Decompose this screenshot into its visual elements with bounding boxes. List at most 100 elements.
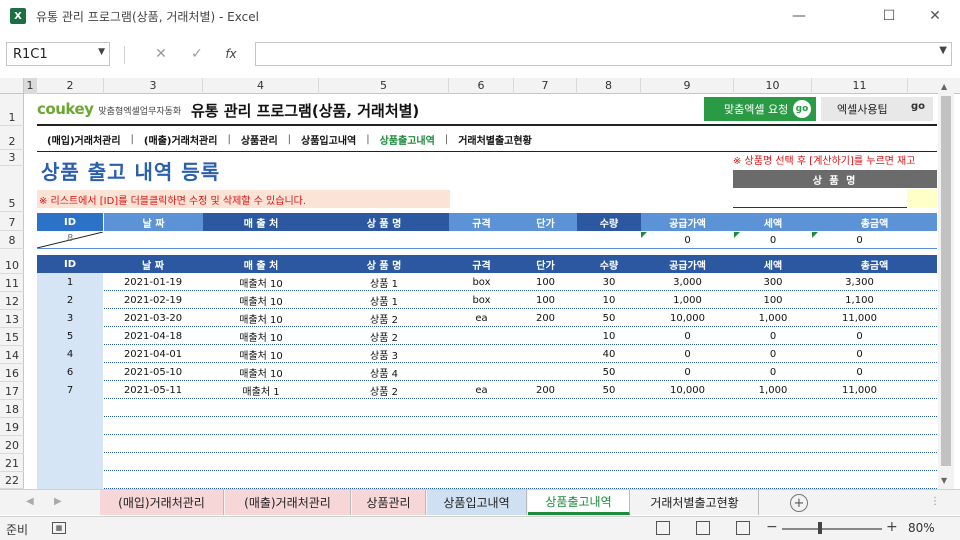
- table-row[interactable]: 5 2021-04-18 매출처 10 상품 2 10 0 0 0: [37, 327, 937, 345]
- column-header[interactable]: 10: [734, 78, 812, 94]
- chevron-down-icon[interactable]: ▼: [939, 45, 947, 56]
- column-header[interactable]: 9: [641, 78, 734, 94]
- table-row[interactable]: [37, 453, 937, 471]
- worksheet-grid[interactable]: coukey 맞춤형엑셀업무자동화 유통 관리 프로그램(상품, 거래처별) 맞…: [25, 94, 937, 489]
- row-header[interactable]: 1: [0, 94, 24, 126]
- table-row[interactable]: 6 2021-05-10 매출처 10 상품 4 50 0 0 0: [37, 363, 937, 381]
- column-header[interactable]: 6: [449, 78, 514, 94]
- row-header[interactable]: 18: [0, 400, 24, 418]
- id-cell[interactable]: [37, 417, 103, 435]
- row-header[interactable]: 14: [0, 346, 24, 364]
- input-date-cell[interactable]: [104, 232, 203, 248]
- id-cell[interactable]: [37, 471, 103, 489]
- nav-item-vendor-report[interactable]: 거래처별출고현황: [448, 132, 542, 147]
- normal-view-icon[interactable]: [656, 521, 670, 535]
- zoom-level[interactable]: 80%: [908, 521, 935, 535]
- custom-excel-request-button[interactable]: 맞춤엑셀 요청 go: [704, 97, 816, 121]
- table-row[interactable]: 4 2021-04-01 매출처 10 상품 3 40 0 0 0: [37, 345, 937, 363]
- row-header[interactable]: 5: [0, 166, 24, 212]
- row-header[interactable]: 7: [0, 212, 24, 231]
- tab-stock-out[interactable]: 상품출고내역: [528, 490, 630, 515]
- nav-item-stock-in[interactable]: 상품입고내역: [291, 132, 366, 147]
- cancel-icon[interactable]: ✕: [150, 44, 172, 64]
- row-header[interactable]: 11: [0, 274, 24, 292]
- row-header[interactable]: 10: [0, 249, 24, 274]
- id-cell[interactable]: 5: [37, 327, 103, 345]
- input-qty-cell[interactable]: [577, 232, 641, 248]
- column-header[interactable]: 1: [24, 78, 37, 94]
- row-header[interactable]: 16: [0, 364, 24, 382]
- table-row[interactable]: 7 2021-05-11 매출처 1 상품 2 ea 200 50 10,000 1,000 11…: [37, 381, 937, 399]
- row-header[interactable]: 8: [0, 231, 24, 249]
- column-header[interactable]: 7: [514, 78, 577, 94]
- zoom-in-button[interactable]: +: [886, 519, 898, 535]
- id-cell[interactable]: [37, 453, 103, 471]
- table-row[interactable]: [37, 435, 937, 453]
- row-header[interactable]: 19: [0, 418, 24, 436]
- row-header[interactable]: 22: [0, 472, 24, 489]
- column-header[interactable]: 3: [104, 78, 203, 94]
- table-row[interactable]: 1 2021-01-19 매출처 10 상품 1 box 100 30 3,000 300 3,3…: [37, 273, 937, 291]
- enter-icon[interactable]: ✓: [186, 44, 208, 64]
- input-id-cell[interactable]: 8: [37, 232, 103, 248]
- zoom-slider-knob[interactable]: [818, 522, 822, 534]
- id-cell[interactable]: 6: [37, 363, 103, 381]
- row-header[interactable]: 13: [0, 310, 24, 328]
- row-header[interactable]: 3: [0, 150, 24, 166]
- excel-tips-button[interactable]: 엑셀사용팁 go: [821, 97, 933, 121]
- maximize-button[interactable]: ☐: [866, 0, 912, 32]
- id-cell[interactable]: 3: [37, 309, 103, 327]
- tab-vendor-report[interactable]: 거래처별출고현황: [631, 490, 759, 515]
- row-header[interactable]: 12: [0, 292, 24, 310]
- row-header[interactable]: 2: [0, 126, 24, 150]
- input-spec-cell[interactable]: [449, 232, 514, 248]
- input-price-cell[interactable]: [514, 232, 577, 248]
- table-row[interactable]: [37, 471, 937, 489]
- zoom-slider[interactable]: [782, 528, 882, 530]
- id-cell[interactable]: 1: [37, 273, 103, 291]
- page-break-view-icon[interactable]: [736, 521, 750, 535]
- input-product-cell[interactable]: [319, 232, 449, 248]
- tab-sales-vendors[interactable]: (매출)거래처관리: [225, 490, 351, 515]
- id-cell[interactable]: [37, 399, 103, 417]
- scroll-down-icon[interactable]: ▼: [941, 476, 947, 485]
- column-header[interactable]: 4: [203, 78, 319, 94]
- tab-scroll-right-icon[interactable]: ▶: [54, 496, 62, 507]
- table-row[interactable]: [37, 399, 937, 417]
- minimize-button[interactable]: —: [776, 0, 822, 32]
- vertical-scrollbar[interactable]: ▲ ▼: [938, 78, 954, 489]
- row-header[interactable]: 20: [0, 436, 24, 454]
- tab-products[interactable]: 상품관리: [352, 490, 426, 515]
- column-header[interactable]: 8: [577, 78, 641, 94]
- table-row[interactable]: [37, 417, 937, 435]
- nav-item-products[interactable]: 상품관리: [231, 132, 288, 147]
- add-sheet-button[interactable]: +: [790, 494, 808, 512]
- tab-purchase-vendors[interactable]: (매입)거래처관리: [100, 490, 224, 515]
- close-button[interactable]: ✕: [912, 0, 958, 32]
- table-row[interactable]: 2 2021-02-19 매출처 10 상품 1 box 100 10 1,000 100 1,1…: [37, 291, 937, 309]
- tab-scroll-left-icon[interactable]: ◀: [26, 496, 34, 507]
- tab-stock-in[interactable]: 상품입고내역: [427, 490, 527, 515]
- select-all-corner[interactable]: [0, 78, 24, 94]
- name-box[interactable]: R1C1 ▼: [6, 42, 110, 66]
- macro-record-icon[interactable]: ▦: [52, 522, 66, 534]
- chevron-down-icon[interactable]: ▼: [98, 47, 105, 57]
- column-header[interactable]: 5: [319, 78, 449, 94]
- scrollbar-thumb[interactable]: [941, 96, 951, 466]
- row-header[interactable]: 17: [0, 382, 24, 400]
- nav-item-sales-vendors[interactable]: (매출)거래처관리: [134, 132, 228, 147]
- coukey-logo[interactable]: coukey 맞춤형엑셀업무자동화: [37, 100, 181, 118]
- table-row[interactable]: 3 2021-03-20 매출처 10 상품 2 ea 200 50 10,000 1,000 1…: [37, 309, 937, 327]
- formula-input[interactable]: ▼: [255, 42, 952, 66]
- scroll-up-icon[interactable]: ▲: [941, 82, 947, 91]
- page-layout-view-icon[interactable]: [696, 521, 710, 535]
- insert-function-icon[interactable]: fx: [220, 44, 242, 64]
- column-header[interactable]: 11: [812, 78, 908, 94]
- row-header[interactable]: 15: [0, 328, 24, 346]
- zoom-out-button[interactable]: −: [766, 519, 778, 535]
- input-customer-cell[interactable]: [203, 232, 319, 248]
- nav-item-purchase-vendors[interactable]: (매입)거래처관리: [37, 132, 131, 147]
- column-header[interactable]: 2: [37, 78, 104, 94]
- id-cell[interactable]: 7: [37, 381, 103, 399]
- row-header[interactable]: 21: [0, 454, 24, 472]
